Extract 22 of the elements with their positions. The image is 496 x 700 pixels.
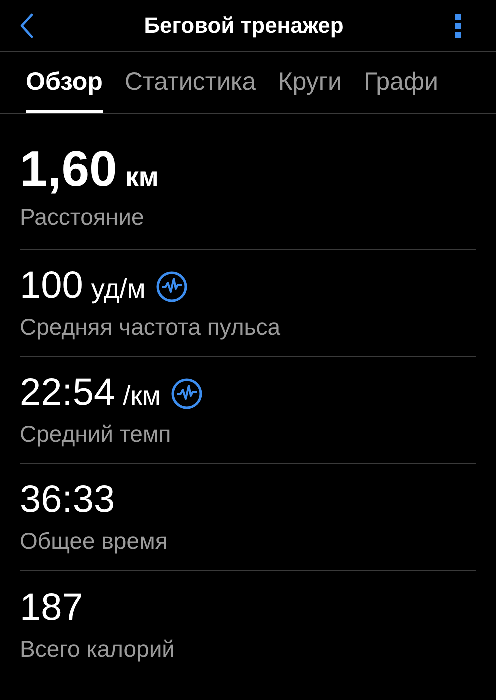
metric-value: 36:33: [20, 479, 116, 522]
back-icon[interactable]: [20, 12, 34, 38]
tab[interactable]: Круги: [278, 52, 342, 113]
metric-value: 187: [20, 586, 84, 630]
screen-title: Беговой тренажер: [144, 12, 344, 38]
more-icon[interactable]: [454, 12, 462, 38]
metric-value: 100: [20, 265, 84, 308]
metric-label: Средний темп: [20, 421, 172, 448]
metric-label: Общее время: [20, 528, 169, 555]
metric-label: Средняя частота пульса: [20, 314, 282, 341]
tab[interactable]: Графи: [364, 52, 438, 113]
metric-unit: уд/м: [91, 274, 146, 306]
heart-rate-icon[interactable]: [170, 378, 203, 410]
metric-unit: /км: [123, 381, 161, 413]
heart-rate-icon[interactable]: [156, 270, 188, 302]
metric-label: Всего калорий: [20, 636, 176, 662]
tab[interactable]: Обзор: [26, 52, 103, 113]
metric-unit: км: [125, 162, 159, 194]
metric-value: 1,60: [20, 140, 118, 198]
metric-label: Расстояние: [20, 204, 146, 231]
tab[interactable]: Статистика: [124, 52, 256, 113]
metric-value: 22:54: [20, 372, 116, 415]
